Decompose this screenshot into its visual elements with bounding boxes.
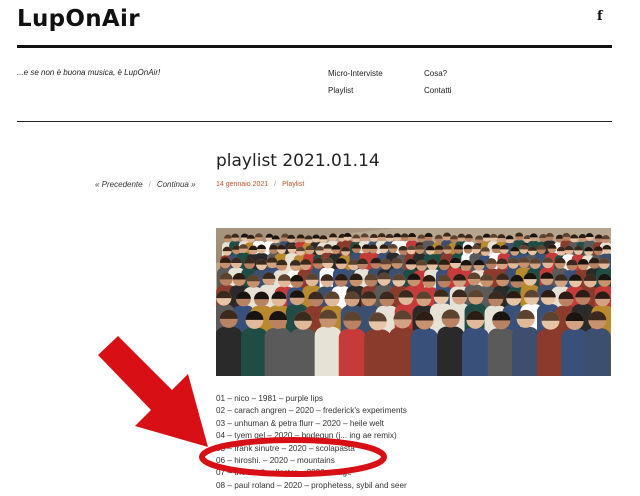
track-item: 02 – carach angren – 2020 – frederick's … xyxy=(216,406,407,416)
nav-divider xyxy=(17,121,612,122)
crowd-photo xyxy=(216,228,611,376)
track-item: 05 – frank sinutre – 2020 – scolapasta xyxy=(216,443,355,453)
post-navigation: « Precedente / Continua » xyxy=(95,180,196,189)
post-meta: 14 gennaio 2021 / Playlist xyxy=(216,181,304,188)
track-item: 07 – the shell collector – 2020 – cage xyxy=(216,468,352,478)
post-title: playlist 2021.01.14 xyxy=(216,151,380,171)
facebook-icon[interactable]: f xyxy=(597,9,603,24)
site-title[interactable]: LupOnAir xyxy=(17,6,140,32)
nav-item-contatti[interactable]: Contatti xyxy=(424,86,452,95)
nav-item-playlist[interactable]: Playlist xyxy=(328,86,353,95)
post-image xyxy=(216,228,611,376)
playlist-tracks: 01 – nico – 1981 – purple lips 02 – cara… xyxy=(216,393,407,492)
track-item: 08 – paul roland – 2020 – prophetess, sy… xyxy=(216,480,407,490)
site-tagline: ...e se non è buona musica, è LupOnAir! xyxy=(17,68,161,77)
track-item: 01 – nico – 1981 – purple lips xyxy=(216,394,323,403)
header-divider xyxy=(17,45,612,48)
track-item: 06 – hiroshi. – 2020 – mountains xyxy=(216,456,335,466)
track-item: 03 – unhuman & petra flurr – 2020 – heil… xyxy=(216,418,384,428)
track-item: 04 – tyem gel – 2020 – bodegun (j... ing… xyxy=(216,431,397,441)
post-date[interactable]: 14 gennaio 2021 xyxy=(216,181,268,188)
nav-item-micro-interviste[interactable]: Micro-Interviste xyxy=(328,69,383,78)
red-arrow-icon xyxy=(98,336,208,447)
previous-post-link[interactable]: « Precedente xyxy=(95,180,143,189)
post-category[interactable]: Playlist xyxy=(282,181,304,188)
post-nav-separator: / xyxy=(148,180,151,189)
nav-item-cosa[interactable]: Cosa? xyxy=(424,69,447,78)
next-post-link[interactable]: Continua » xyxy=(157,180,196,189)
meta-separator: / xyxy=(274,181,277,188)
